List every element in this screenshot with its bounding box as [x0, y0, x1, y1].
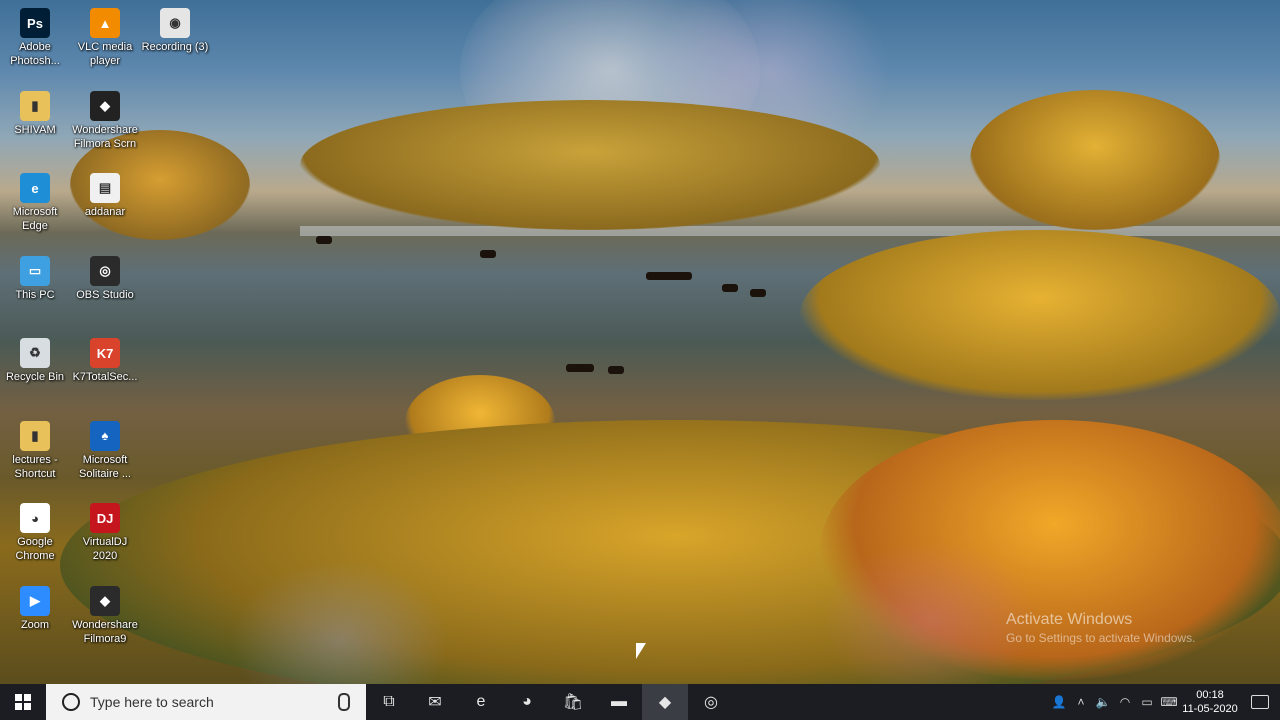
desktop-icon-label: lectures - Shortcut: [12, 453, 58, 480]
activate-windows-watermark: Activate Windows Go to Settings to activ…: [1006, 611, 1195, 645]
desktop-icon-label: Microsoft Edge: [12, 206, 58, 232]
store-icon[interactable]: 🛍: [550, 684, 596, 720]
task-view-icon[interactable]: ⧉: [366, 684, 412, 720]
desktop-icon[interactable]: ▤ addanar: [70, 169, 140, 219]
desktop-icon-label: Wondershare Filmora Scrn: [72, 123, 138, 150]
desktop-icon[interactable]: ◆ Wondershare Filmora Scrn: [70, 87, 140, 151]
desktop-icon[interactable]: ◆ Wondershare Filmora9: [70, 582, 140, 646]
desktop-icon[interactable]: K7 K7TotalSec...: [70, 334, 140, 384]
road: [300, 226, 1280, 236]
notification-icon: [1251, 695, 1269, 709]
chevron-up-icon[interactable]: ˄: [1070, 684, 1092, 720]
battery-icon[interactable]: ▭: [1136, 684, 1158, 720]
desktop-icon-label: VLC media player: [77, 41, 133, 67]
horse: [646, 272, 692, 280]
desktop-icon[interactable]: ◉ Recording (3): [140, 4, 210, 54]
horse: [480, 250, 496, 258]
virtualdj-icon: DJ: [90, 503, 120, 533]
desktop-wallpaper: [0, 0, 1280, 684]
vlc-icon: ▲: [90, 8, 120, 38]
taskbar: Type here to search ⧉ ✉ e ◕ 🛍 ▬ ◆ ◎ 👤 ˄ 🔈 ◠ ▭ ⌨…: [0, 684, 1280, 720]
tree-cluster: [800, 230, 1280, 400]
chrome-icon: ◕: [20, 503, 50, 533]
filmora-scrn-icon: ◆: [90, 90, 120, 121]
desktop-icon-label: addanar: [84, 206, 126, 218]
system-tray: 👤 ˄ 🔈 ◠ ▭ ⌨ 00:18 11-05-2020: [1048, 684, 1280, 720]
desktop-icon-label: Wondershare Filmora9: [72, 618, 138, 645]
microphone-icon[interactable]: [338, 693, 350, 711]
desktop-icon-label: Adobe Photosh...: [10, 41, 60, 67]
desktop-icon-label: Google Chrome: [15, 536, 55, 562]
desktop-icon[interactable]: ▭ This PC: [0, 252, 70, 302]
edge-icon: e: [20, 173, 50, 203]
horse: [608, 366, 624, 374]
filmora9-icon: ◆: [90, 585, 120, 616]
windows-logo-icon: [15, 694, 31, 710]
horse: [566, 364, 594, 372]
edge-taskbar-icon[interactable]: e: [458, 684, 504, 720]
desktop-icon-label: Zoom: [20, 618, 50, 631]
obs-taskbar-icon[interactable]: ◎: [688, 684, 734, 720]
tree-cluster: [300, 100, 880, 230]
desktop-icon-label: Microsoft Solitaire ...: [79, 453, 131, 480]
watermark-subtitle: Go to Settings to activate Windows.: [1006, 631, 1196, 645]
clock-time: 00:18: [1196, 689, 1224, 701]
filmora-taskbar-icon[interactable]: ◆: [642, 684, 688, 720]
folder-user-icon: ▮: [20, 90, 50, 121]
zoom-icon: ▶: [20, 585, 50, 616]
horse: [316, 236, 332, 244]
desktop-icon-label: SHIVAM: [14, 123, 56, 136]
clock-date: 11-05-2020: [1182, 703, 1238, 715]
start-button[interactable]: [0, 684, 46, 720]
keyboard-icon[interactable]: ⌨: [1158, 684, 1180, 720]
desktop-icon-label: OBS Studio: [76, 288, 134, 301]
desktop-icon-label: VirtualDJ 2020: [82, 536, 128, 562]
photoshop-icon: Ps: [20, 8, 50, 38]
k7-icon: K7: [90, 338, 120, 368]
desktop-icon[interactable]: e Microsoft Edge: [0, 169, 70, 233]
taskbar-search-box[interactable]: Type here to search: [46, 684, 366, 720]
obs-icon: ◎: [90, 255, 120, 286]
folder-shortcut-icon: ▮: [20, 420, 50, 451]
desktop-icon[interactable]: ◕ Google Chrome: [0, 499, 70, 563]
people-icon[interactable]: 👤: [1048, 684, 1070, 720]
this-pc-icon: ▭: [20, 255, 50, 286]
horse: [722, 284, 738, 292]
desktop-icon[interactable]: ▲ VLC media player: [70, 4, 140, 68]
search-placeholder: Type here to search: [90, 694, 214, 710]
tree-cluster: [970, 90, 1220, 230]
desktop-icon-label: K7TotalSec...: [72, 371, 138, 383]
taskbar-apps: ⧉ ✉ e ◕ 🛍 ▬ ◆ ◎: [366, 684, 734, 720]
desktop-icon[interactable]: Ps Adobe Photosh...: [0, 4, 70, 68]
desktop-icon[interactable]: ▶ Zoom: [0, 582, 70, 632]
desktop-icon[interactable]: ♠ Microsoft Solitaire ...: [70, 417, 140, 481]
recording-icon: ◉: [160, 8, 190, 38]
desktop-icon[interactable]: ▮ SHIVAM: [0, 87, 70, 137]
desktop-icon[interactable]: ◎ OBS Studio: [70, 252, 140, 302]
file-icon: ▤: [90, 173, 120, 203]
clock[interactable]: 00:18 11-05-2020: [1180, 688, 1240, 716]
cortana-icon: [62, 693, 80, 711]
mail-icon[interactable]: ✉: [412, 684, 458, 720]
watermark-title: Activate Windows: [1006, 611, 1133, 628]
wifi-icon[interactable]: ◠: [1114, 684, 1136, 720]
desktop-icon-label: Recycle Bin: [5, 371, 65, 383]
desktop-icon[interactable]: DJ VirtualDJ 2020: [70, 499, 140, 563]
horse: [750, 289, 766, 297]
desktop-icon[interactable]: ▮ lectures - Shortcut: [0, 417, 70, 481]
desktop-icon-label: This PC: [15, 288, 55, 301]
recycle-bin-icon: ♻: [20, 338, 50, 368]
mouse-cursor: [636, 643, 646, 659]
desktop-icon[interactable]: ♻ Recycle Bin: [0, 334, 70, 384]
chrome-taskbar-icon[interactable]: ◕: [504, 684, 550, 720]
file-explorer-icon[interactable]: ▬: [596, 684, 642, 720]
desktop-icon-label: Recording (3): [141, 41, 209, 53]
action-center-button[interactable]: [1240, 695, 1280, 709]
volume-icon[interactable]: 🔈: [1092, 684, 1114, 720]
solitaire-icon: ♠: [90, 420, 120, 451]
